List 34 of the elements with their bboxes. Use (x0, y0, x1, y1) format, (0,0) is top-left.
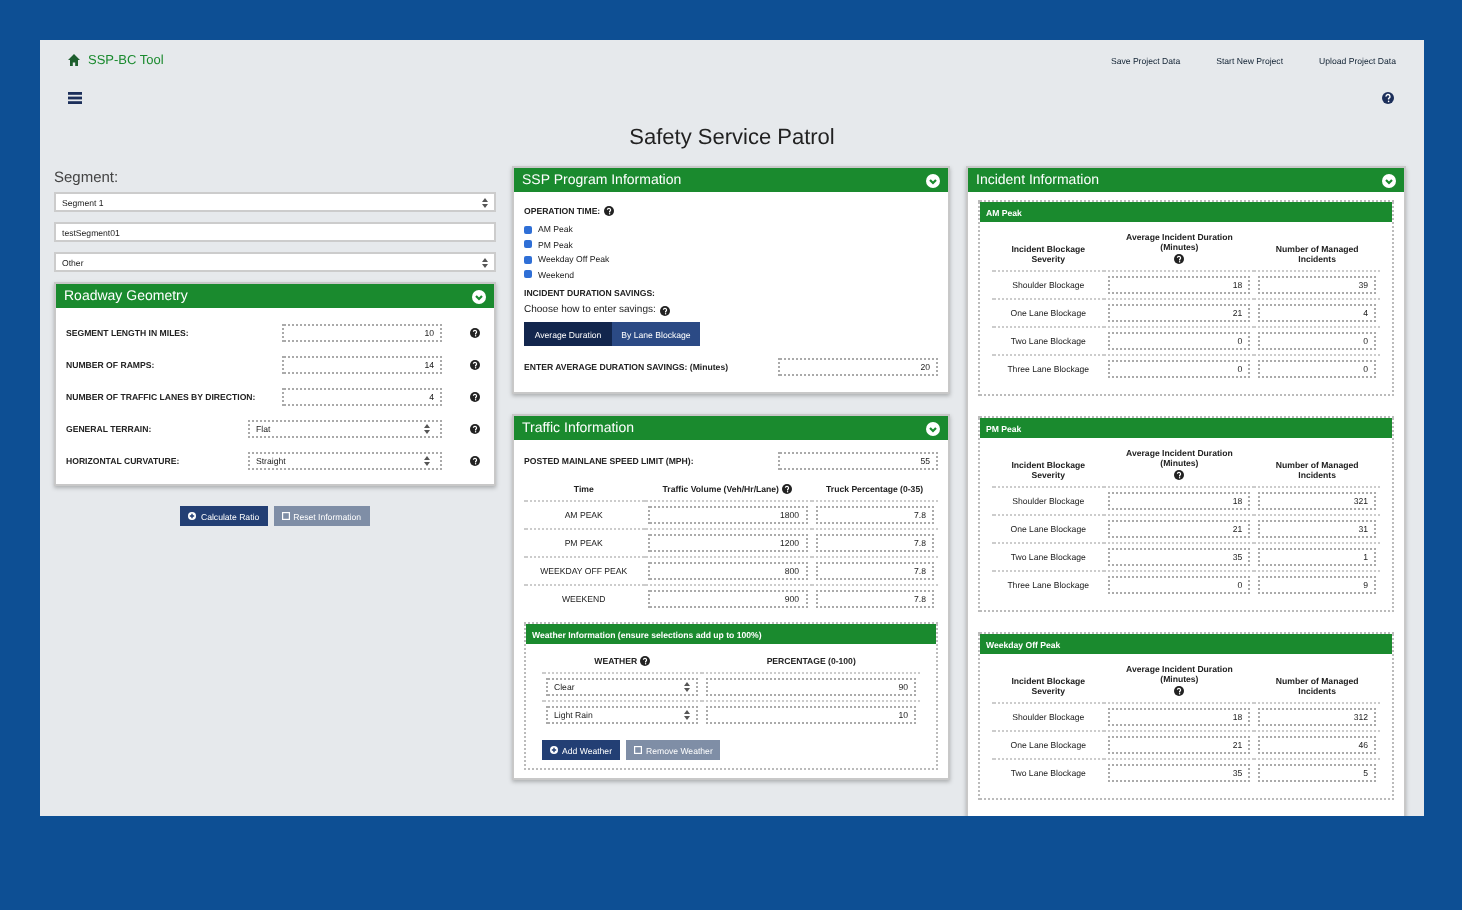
checkbox[interactable] (524, 225, 532, 234)
updown-caret-icon (482, 197, 488, 207)
help-icon (604, 206, 615, 216)
updown-caret-icon (424, 423, 430, 433)
chevron-circle-icon[interactable] (472, 289, 486, 303)
help-icon[interactable] (1382, 92, 1394, 104)
square-icon (281, 512, 290, 520)
help-icon (470, 359, 480, 369)
help-icon (470, 423, 480, 433)
home-icon[interactable] (68, 54, 80, 66)
updown-caret-icon (684, 710, 691, 720)
checkbox[interactable] (524, 240, 532, 249)
help-icon (470, 391, 480, 401)
help-icon (1174, 470, 1185, 480)
updown-caret-icon (482, 257, 488, 267)
plus-circle-icon (188, 512, 197, 520)
help-icon (659, 305, 670, 315)
help-icon (470, 455, 480, 465)
square-icon (634, 746, 643, 754)
help-icon (1174, 254, 1185, 264)
help-icon (781, 484, 792, 494)
help-icon (470, 327, 480, 337)
chevron-circle-icon[interactable] (926, 173, 940, 187)
updown-caret-icon (424, 455, 430, 465)
chevron-circle-icon[interactable] (926, 421, 940, 435)
help-icon (640, 656, 651, 666)
checkbox[interactable] (524, 255, 532, 264)
plus-circle-icon (550, 746, 558, 754)
updown-caret-icon (684, 682, 691, 692)
page-title: Safety Service Patrol (627, 124, 837, 154)
checkbox[interactable] (524, 270, 532, 279)
chevron-circle-icon[interactable] (1382, 173, 1396, 187)
menu-icon[interactable] (68, 92, 82, 104)
help-icon (1174, 686, 1185, 696)
